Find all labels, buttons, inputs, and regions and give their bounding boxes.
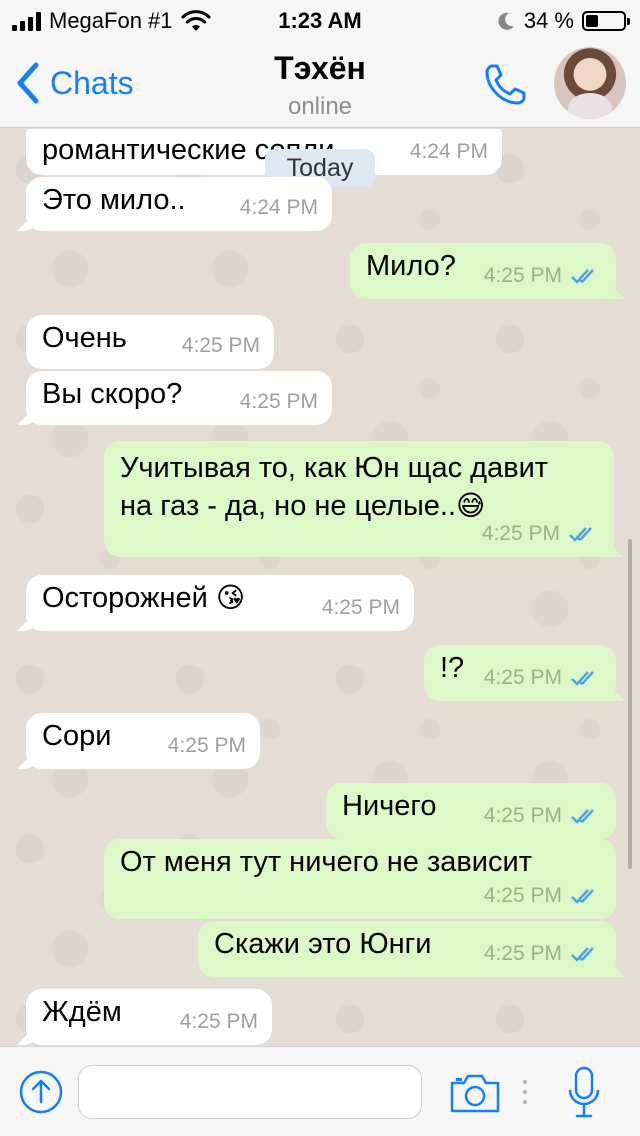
message-meta: 4:24 PM bbox=[240, 189, 318, 227]
read-ticks-icon bbox=[571, 671, 594, 686]
message-time: 4:25 PM bbox=[483, 264, 562, 287]
message-text: Очень bbox=[42, 322, 127, 354]
message-text: Осторожней bbox=[42, 582, 208, 614]
chat-header: Chats Тэхён online bbox=[0, 40, 640, 128]
moon-icon bbox=[498, 12, 514, 30]
status-bar: MegaFon #1 1:23 AM 34 % bbox=[0, 0, 640, 40]
message-meta: 4:25 PM bbox=[322, 589, 400, 627]
message-meta: 4:25 PM bbox=[484, 257, 602, 295]
contact-status: online bbox=[287, 93, 353, 120]
message-meta: 4:25 PM bbox=[240, 383, 318, 421]
message-text: Мило? bbox=[366, 250, 456, 282]
message-time: 4:25 PM bbox=[481, 522, 560, 545]
scrollbar[interactable] bbox=[628, 539, 632, 869]
message-time: 4:25 PM bbox=[181, 334, 260, 357]
contact-name: Тэхён bbox=[274, 50, 366, 86]
message-outgoing[interactable]: Ничего 4:25 PM bbox=[326, 783, 616, 839]
contact-info[interactable]: Тэхён online bbox=[0, 50, 640, 121]
message-meta: 4:25 PM bbox=[180, 1003, 258, 1041]
message-time: 4:25 PM bbox=[483, 804, 562, 827]
status-right: 34 % bbox=[496, 8, 630, 34]
message-text-line-1: Учитывая то, как Юн щас давит bbox=[120, 452, 549, 484]
message-text: Вы скоро? bbox=[42, 378, 183, 410]
message-meta: 4:25 PM bbox=[182, 327, 260, 365]
message-outgoing[interactable]: !? 4:25 PM bbox=[424, 645, 616, 701]
message-time: 4:24 PM bbox=[409, 140, 488, 163]
read-ticks-icon bbox=[571, 809, 594, 824]
input-bar bbox=[0, 1046, 640, 1136]
battery-icon bbox=[582, 11, 630, 31]
message-text: Скажи это Юнги bbox=[214, 928, 432, 960]
read-ticks-icon bbox=[571, 889, 594, 904]
message-time: 4:25 PM bbox=[167, 734, 246, 757]
message-input[interactable] bbox=[78, 1065, 422, 1119]
message-meta: 4:24 PM bbox=[410, 133, 488, 171]
battery-fill bbox=[586, 15, 599, 27]
phone-icon[interactable] bbox=[482, 60, 530, 108]
read-ticks-icon bbox=[569, 527, 592, 542]
message-outgoing[interactable]: Учитывая то, как Юн щас давит на газ - д… bbox=[104, 441, 614, 557]
message-time: 4:25 PM bbox=[483, 884, 562, 907]
message-text: Сори bbox=[42, 720, 112, 752]
read-ticks-icon bbox=[571, 947, 594, 962]
separator-icon bbox=[523, 1080, 527, 1104]
camera-icon[interactable] bbox=[448, 1071, 502, 1115]
message-outgoing[interactable]: Мило? 4:25 PM bbox=[350, 243, 616, 299]
message-meta: 4:25 PM bbox=[482, 515, 600, 553]
message-meta: 4:25 PM bbox=[168, 727, 246, 765]
message-text: Это мило.. bbox=[42, 184, 186, 216]
message-incoming[interactable]: Ждём 4:25 PM bbox=[26, 989, 272, 1045]
message-incoming[interactable]: Очень 4:25 PM bbox=[26, 315, 274, 369]
message-incoming[interactable]: Вы скоро? 4:25 PM bbox=[26, 371, 332, 425]
message-outgoing[interactable]: Скажи это Юнги 4:25 PM bbox=[198, 921, 616, 977]
message-incoming[interactable]: романтические сопли 4:24 PM bbox=[26, 129, 502, 175]
emoji-kiss: 😘 bbox=[215, 581, 246, 614]
message-meta: 4:25 PM bbox=[484, 877, 602, 915]
message-text: Ждём bbox=[42, 996, 122, 1028]
message-incoming[interactable]: Осторожней 😘 4:25 PM bbox=[26, 575, 414, 631]
plus-icon[interactable] bbox=[18, 1069, 64, 1115]
message-meta: 4:25 PM bbox=[484, 659, 602, 697]
message-time: 4:25 PM bbox=[483, 666, 562, 689]
contact-avatar[interactable] bbox=[554, 47, 626, 119]
message-meta: 4:25 PM bbox=[484, 935, 602, 973]
message-time: 4:25 PM bbox=[483, 942, 562, 965]
message-text: Ничего bbox=[342, 790, 437, 822]
message-time: 4:25 PM bbox=[179, 1010, 258, 1033]
message-incoming[interactable]: Сори 4:25 PM bbox=[26, 713, 260, 769]
message-text: От меня тут ничего не зависит bbox=[120, 846, 532, 878]
message-outgoing[interactable]: От меня тут ничего не зависит 4:25 PM bbox=[104, 839, 616, 919]
message-text: !? bbox=[440, 652, 465, 684]
message-list[interactable]: романтические сопли 4:24 PM Today Это ми… bbox=[0, 129, 640, 1046]
battery-percent: 34 % bbox=[523, 8, 574, 33]
message-meta: 4:25 PM bbox=[484, 797, 602, 835]
message-time: 4:25 PM bbox=[321, 596, 400, 619]
message-incoming[interactable]: Это мило.. 4:24 PM bbox=[26, 177, 332, 231]
microphone-icon[interactable] bbox=[566, 1065, 602, 1121]
read-ticks-icon bbox=[571, 269, 594, 284]
message-text-line-2: на газ - да, но не целые.. bbox=[120, 490, 457, 522]
message-time: 4:25 PM bbox=[239, 390, 318, 413]
message-time: 4:24 PM bbox=[239, 196, 318, 219]
